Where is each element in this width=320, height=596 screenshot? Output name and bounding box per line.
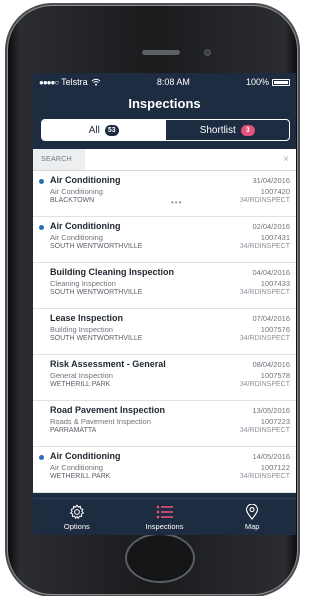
- inspection-ref: 34/RDINSPECT: [239, 243, 290, 250]
- battery-icon: [272, 78, 290, 86]
- inspection-item[interactable]: Building Cleaning Inspection 04/04/2016 C…: [33, 263, 296, 309]
- inspection-type: Air Conditioning: [50, 233, 103, 242]
- inspection-type: General Inspection: [50, 371, 113, 380]
- segment-all-label: All: [88, 124, 100, 136]
- inspection-item[interactable]: Air Conditioning 31/04/2016 Air Condition…: [33, 171, 296, 217]
- unread-dot-icon: [39, 179, 44, 184]
- inspection-date: 07/04/2016: [252, 314, 290, 323]
- inspection-number: 1007431: [260, 233, 290, 242]
- inspection-item[interactable]: Road Pavement Inspection 13/05/2016 Roads…: [33, 401, 296, 447]
- signal-icon: ●●●●○: [39, 77, 59, 87]
- all-count-badge: 53: [104, 124, 119, 136]
- app-screen: ●●●●○ Telstra 8:08 AM 100% Inspections A…: [33, 73, 296, 535]
- search-label: SEARCH: [41, 156, 72, 163]
- inspection-number: 1007122: [260, 463, 290, 472]
- inspection-ref: 34/RDINSPECT: [239, 381, 290, 388]
- inspection-ref: 34/RDINSPECT: [239, 335, 290, 342]
- inspection-item[interactable]: Air Conditioning 14/05/2016 Air Condition…: [33, 447, 296, 493]
- status-time: 8:08 AM: [156, 77, 190, 87]
- inspection-item[interactable]: Lease Inspection 07/04/2016 Building Insp…: [33, 309, 296, 355]
- inspection-number: 1007433: [260, 279, 290, 288]
- segment-shortlist-label: Shortlist: [199, 124, 236, 136]
- inspection-number: 1007223: [260, 417, 290, 426]
- inspection-location: BLACKTOWN: [50, 197, 95, 204]
- inspection-location: SOUTH WENTWORTHVILLE: [50, 335, 143, 342]
- inspection-date: 08/04/2016: [252, 360, 290, 369]
- inspection-list: Air Conditioning 31/04/2016 Air Condition…: [33, 171, 296, 493]
- inspection-date: 04/04/2016: [252, 268, 290, 277]
- map-pin-icon: [243, 503, 261, 520]
- inspection-location: WETHERILL PARK: [50, 381, 111, 388]
- speaker-grille: [142, 50, 180, 55]
- search-bar: SEARCH ×: [33, 149, 296, 171]
- inspection-location: SOUTH WENTWORTHVILLE: [50, 243, 143, 250]
- segment-all[interactable]: All 53: [42, 120, 166, 140]
- inspection-type: Cleaning Inspection: [50, 279, 116, 288]
- inspection-ref: 34/RDINSPECT: [239, 427, 290, 434]
- tab-map-label: Map: [244, 521, 260, 531]
- inspection-type: Roads & Pavement Inspection: [50, 417, 151, 426]
- status-bar: ●●●●○ Telstra 8:08 AM 100%: [33, 73, 296, 91]
- inspection-ref: 34/RDINSPECT: [239, 197, 290, 204]
- inspection-title: Air Conditioning: [50, 221, 121, 231]
- inspection-location: SOUTH WENTWORTHVILLE: [50, 289, 143, 296]
- home-button[interactable]: [125, 533, 195, 583]
- tab-inspections[interactable]: Inspections: [121, 499, 209, 535]
- inspection-title: Road Pavement Inspection: [50, 405, 166, 415]
- inspection-number: 1007420: [260, 187, 290, 196]
- inspection-item[interactable]: Risk Assessment - General 08/04/2016 Gene…: [33, 355, 296, 401]
- front-camera: [204, 49, 211, 56]
- wifi-icon: [91, 78, 101, 86]
- tab-bar: Options Inspections Map: [33, 498, 296, 535]
- battery-percent: 100%: [245, 77, 269, 87]
- search-input[interactable]: [85, 149, 276, 170]
- inspection-type: Building Inspection: [50, 325, 113, 334]
- clear-icon[interactable]: ×: [276, 149, 296, 170]
- unread-dot-icon: [39, 455, 44, 460]
- inspection-title: Risk Assessment - General: [50, 359, 166, 369]
- inspection-number: 1007578: [260, 371, 290, 380]
- inspection-date: 13/05/2016: [252, 406, 290, 415]
- inspection-date: 02/04/2016: [252, 222, 290, 231]
- more-icon[interactable]: •••: [171, 198, 182, 207]
- inspection-ref: 34/RDINSPECT: [239, 289, 290, 296]
- carrier-name: Telstra: [61, 77, 88, 87]
- tab-map[interactable]: Map: [208, 499, 296, 535]
- inspection-type: Air Conditioning: [50, 187, 103, 196]
- shortlist-count-badge: 3: [240, 124, 255, 136]
- inspection-title: Lease Inspection: [50, 313, 124, 323]
- inspection-location: WETHERILL PARK: [50, 473, 111, 480]
- gear-icon: [68, 503, 86, 520]
- tab-options-label: Options: [63, 521, 90, 531]
- inspection-date: 31/04/2016: [252, 176, 290, 185]
- unread-dot-icon: [39, 225, 44, 230]
- inspection-number: 1007576: [260, 325, 290, 334]
- tab-options[interactable]: Options: [33, 499, 121, 535]
- list-icon: [156, 504, 174, 520]
- inspection-location: PARRAMATTA: [50, 427, 97, 434]
- inspection-ref: 34/RDINSPECT: [239, 473, 290, 480]
- inspection-date: 14/05/2016: [252, 452, 290, 461]
- inspection-title: Air Conditioning: [50, 175, 121, 185]
- inspection-title: Building Cleaning Inspection: [50, 267, 175, 277]
- tab-inspections-label: Inspections: [145, 521, 184, 531]
- inspection-type: Air Conditioning: [50, 463, 103, 472]
- filter-segmented-control: All 53 Shortlist 3: [41, 119, 290, 141]
- inspection-title: Air Conditioning: [50, 451, 121, 461]
- segment-shortlist[interactable]: Shortlist 3: [166, 120, 290, 140]
- inspection-item[interactable]: Air Conditioning 02/04/2016 Air Condition…: [33, 217, 296, 263]
- page-title: Inspections: [128, 96, 201, 111]
